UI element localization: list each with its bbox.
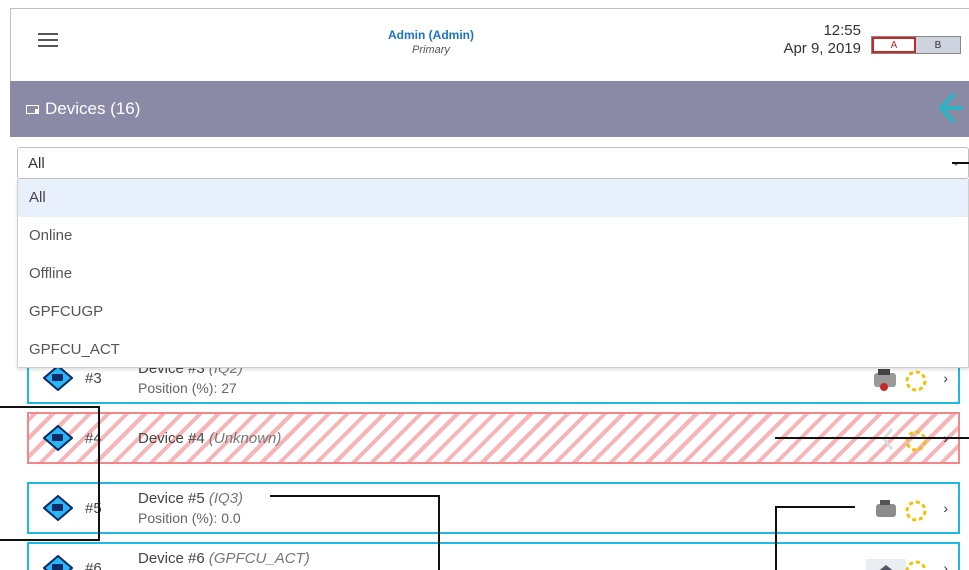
chevron-right-icon: › [943,370,948,386]
hamburger-icon[interactable] [38,33,58,47]
page-title-text: Devices (16) [45,99,141,118]
clock: 12:55 Apr 9, 2019 [761,22,861,57]
chevron-right-icon: › [943,560,948,570]
filter-option-gpfcugp[interactable]: GPFCUGP [18,293,968,331]
devices-icon [26,104,39,114]
device-badge-icon [43,495,73,521]
device-row-6[interactable]: #6 Device #6 (GPFCU_ACT) › [27,542,960,570]
device-name: Device #5 (IQ3) [138,490,244,507]
callout-line [0,539,100,541]
device-badge-icon [43,555,73,570]
device-name: Device #6 (GPFCU_ACT) [138,550,310,567]
callout-line [775,506,777,570]
device-badge-icon [43,425,73,451]
filter-option-offline[interactable]: Offline [18,255,968,293]
filter-option-all[interactable]: All [18,179,968,217]
device-position: Position (%): 27 [138,380,237,396]
device-position: Position (%): 0.0 [138,510,241,526]
callout-line [775,506,855,508]
clock-time: 12:55 [823,22,861,39]
channel-switch[interactable]: A B [871,36,961,54]
status-filter-select[interactable]: All [17,147,969,179]
devices-title-bar: Devices (16) [10,81,969,137]
callout-line [98,406,100,540]
callout-line [775,437,969,439]
callout-line [952,162,969,164]
device-row-5[interactable]: #5 Device #5 (IQ3) Position (%): 0.0 › [27,482,960,534]
user-info: Admin (Admin) Primary [331,28,531,56]
filter-option-gpfcu-act[interactable]: GPFCU_ACT [18,331,968,369]
status-filter-dropdown: All Online Offline GPFCUGP GPFCU_ACT [17,179,969,368]
status-filter-value: All [28,155,45,172]
callout-line [0,406,100,408]
callout-line [438,495,440,570]
channel-b-button[interactable]: B [916,37,960,53]
page-title: Devices (16) [26,99,140,119]
device-number: #3 [85,370,102,387]
clock-date: Apr 9, 2019 [783,40,861,57]
chevron-right-icon: › [943,500,948,516]
filter-option-online[interactable]: Online [18,217,968,255]
callout-line [270,495,440,497]
back-arrow-icon[interactable] [935,91,963,125]
actuator-thumbnail [876,500,927,522]
actuator-thumbnail [866,559,927,570]
user-name: Admin (Admin) [388,28,474,42]
classic-thumbnail [882,428,927,452]
device-name: Device #4 (Unknown) [138,430,282,447]
device-number: #6 [85,560,102,570]
top-header: Admin (Admin) Primary 12:55 Apr 9, 2019 … [10,8,969,81]
channel-a-button[interactable]: A [872,37,916,53]
user-role: Primary [412,44,450,56]
